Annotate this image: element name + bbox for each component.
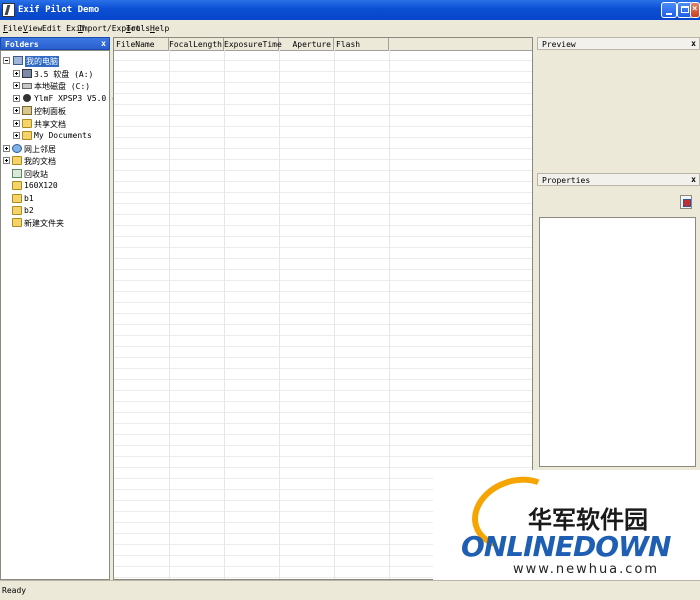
control-panel-icon (22, 106, 32, 115)
folder-icon (12, 181, 22, 190)
menu-tools[interactable]: Tools (126, 24, 150, 33)
folder-tree[interactable]: 我的电脑 3.5 软盘 (A:) 本地磁盘 (C:) YlmF XPSP3 V5… (0, 50, 130, 580)
column-header-exposure-time[interactable]: ExposureTime (224, 38, 282, 50)
tree-item-label: 网上邻居 (24, 145, 56, 154)
column-divider (169, 50, 170, 579)
tree-item-label: 我的文档 (24, 157, 56, 166)
column-divider (334, 50, 335, 579)
column-header-aperture[interactable]: Aperture (279, 38, 334, 50)
tree-item-label: 共享文档 (34, 120, 66, 129)
expand-icon[interactable] (3, 145, 10, 152)
expand-icon[interactable] (13, 132, 20, 139)
menu-file[interactable]: File (3, 24, 22, 33)
menu-bar: File View Edit Exif Import/Export Tools … (0, 20, 700, 36)
status-text: Ready (2, 586, 27, 595)
title-bar[interactable]: Exif Pilot Demo × (0, 0, 700, 20)
properties-list[interactable] (539, 217, 696, 467)
recycle-bin-icon (12, 169, 22, 178)
tree-item-label: 本地磁盘 (C:) (34, 82, 91, 91)
folder-icon (22, 131, 32, 140)
expand-icon[interactable] (13, 95, 20, 102)
status-bar: Ready (0, 580, 700, 600)
maximize-icon (681, 6, 689, 13)
window-title: Exif Pilot Demo (18, 5, 100, 15)
preview-area (537, 50, 700, 172)
watermark: 华军软件园 ONLINEDOWN www.newhua.com (433, 464, 700, 580)
preview-panel-title: Preview (542, 40, 576, 49)
properties-close-icon[interactable]: x (691, 175, 696, 184)
tree-item-label: b1 (24, 194, 34, 203)
network-icon (12, 144, 22, 153)
computer-icon (13, 56, 23, 65)
column-divider (224, 50, 225, 579)
column-divider (389, 50, 390, 579)
app-icon[interactable] (2, 3, 15, 17)
properties-panel-title: Properties (542, 176, 591, 185)
file-list-header: FileName FocalLength ExposureTime Apertu… (114, 38, 532, 51)
preview-close-icon[interactable]: x (691, 39, 696, 48)
column-divider (279, 50, 280, 579)
minimize-icon (666, 13, 672, 15)
collapse-icon[interactable] (3, 57, 10, 64)
watermark-url: www.newhua.com (513, 562, 660, 577)
expand-icon[interactable] (13, 107, 20, 114)
menu-view[interactable]: View (23, 24, 42, 33)
tree-item-label: 回收站 (24, 170, 48, 179)
properties-panel-header: Properties x (537, 173, 700, 186)
tree-item-label: 我的电脑 (25, 56, 59, 67)
column-header-filename[interactable]: FileName (114, 38, 169, 50)
tree-item-label: 3.5 软盘 (A:) (34, 70, 94, 79)
close-button[interactable]: × (690, 2, 700, 18)
expand-icon[interactable] (13, 120, 20, 127)
column-header-focal-length[interactable]: FocalLength (169, 38, 224, 50)
properties-toolbar-button[interactable] (680, 195, 692, 209)
expand-icon[interactable] (13, 82, 20, 89)
folder-icon (12, 194, 22, 203)
tree-item-label: My Documents (34, 131, 92, 140)
menu-help[interactable]: Help (150, 24, 169, 33)
tree-item-label: 控制面板 (34, 107, 66, 116)
column-header-flash[interactable]: Flash (334, 38, 389, 50)
preview-panel-header: Preview x (537, 37, 700, 50)
tree-item-label: 新建文件夹 (24, 219, 64, 228)
folder-icon (12, 218, 22, 227)
folders-close-icon[interactable]: x (101, 39, 106, 48)
harddisk-icon (22, 83, 32, 89)
folder-icon (22, 119, 32, 128)
watermark-brand: ONLINEDOWN (461, 530, 671, 563)
folders-panel-header: Folders x (0, 37, 110, 50)
folder-icon (12, 206, 22, 215)
minimize-button[interactable] (661, 2, 677, 18)
floppy-icon (22, 69, 32, 78)
cdrom-icon (23, 94, 31, 102)
close-icon: × (692, 4, 698, 14)
tree-item-label: 160X120 (24, 181, 58, 190)
tree-item-label: b2 (24, 206, 34, 215)
folder-icon (12, 156, 22, 165)
expand-icon[interactable] (3, 157, 10, 164)
expand-icon[interactable] (13, 70, 20, 77)
folders-panel-title: Folders (5, 40, 39, 49)
